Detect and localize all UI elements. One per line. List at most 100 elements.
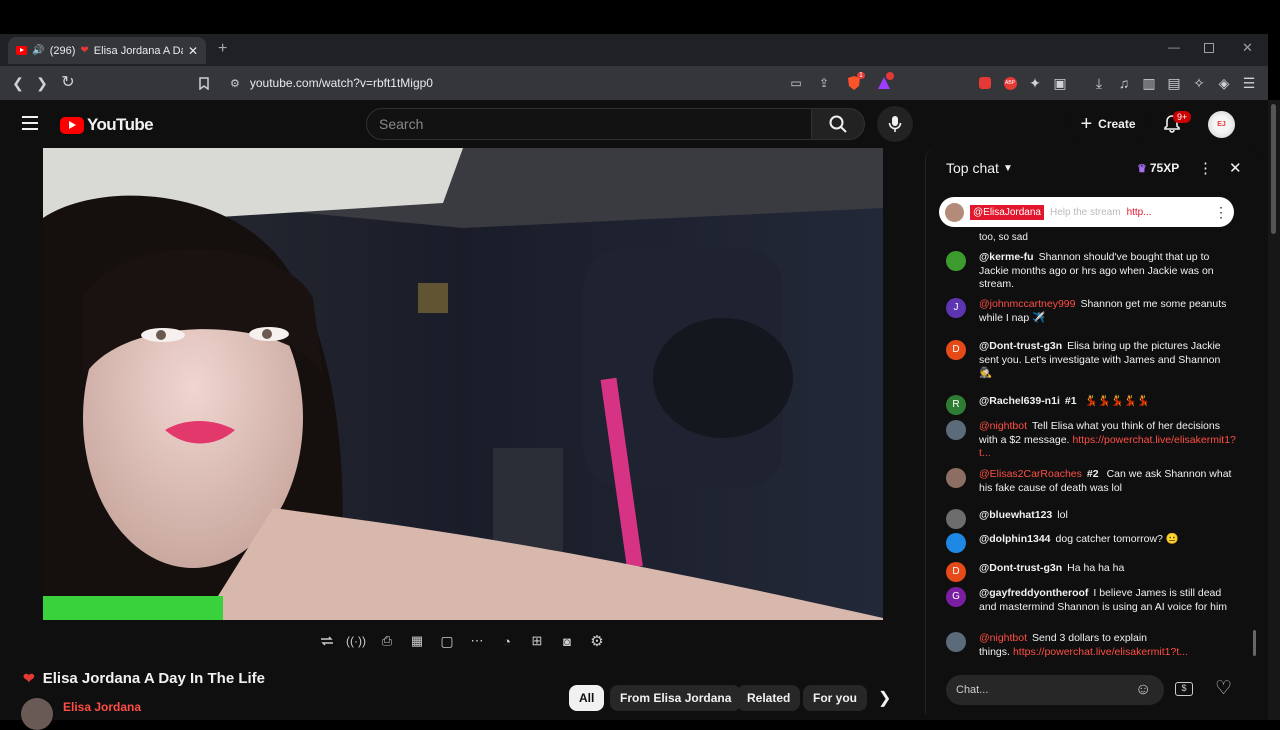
- chat-username[interactable]: @Dont-trust-g3n: [979, 562, 1062, 574]
- channel-name[interactable]: Elisa Jordana: [63, 700, 141, 714]
- speaker-icon[interactable]: 🔊: [32, 45, 44, 56]
- chat-message[interactable]: @nightbot Send 3 dollars to explain thing…: [946, 632, 1236, 659]
- chat-message[interactable]: @nightbot Tell Elisa what you think of he…: [946, 420, 1236, 461]
- close-tab-icon[interactable]: ✕: [188, 44, 198, 58]
- wallet-icon[interactable]: ▤: [1166, 75, 1182, 91]
- extensions-puzzle-icon[interactable]: ✦: [1027, 75, 1043, 91]
- crown-icon: ♛: [1137, 162, 1147, 175]
- adblock-icon[interactable]: ABP: [1002, 75, 1018, 91]
- chat-username[interactable]: @Rachel639-n1i: [979, 395, 1060, 407]
- chat-message[interactable]: @Elisas2CarRoaches #2 Can we ask Shannon w…: [946, 468, 1236, 495]
- download-icon[interactable]: ⤓: [1091, 75, 1107, 91]
- speed-icon[interactable]: ◔: [497, 632, 517, 650]
- maximize-icon[interactable]: [1204, 43, 1214, 53]
- search-button[interactable]: [811, 108, 865, 140]
- url-text: youtube.com/watch?v=rbft1tMigp0: [249, 76, 433, 90]
- heart-icon: ❤: [23, 670, 35, 686]
- frame-by-frame-icon[interactable]: ⋯: [467, 632, 487, 650]
- cinema-icon[interactable]: ▦: [407, 632, 427, 650]
- pinned-more-icon[interactable]: ⋮: [1214, 204, 1228, 221]
- new-tab-icon[interactable]: +: [218, 40, 227, 58]
- account-avatar[interactable]: EJ: [1208, 111, 1235, 138]
- guide-menu-icon[interactable]: [22, 116, 38, 130]
- chat-avatar[interactable]: [946, 420, 966, 440]
- chat-username[interactable]: @gayfreddyontheroof: [979, 587, 1088, 599]
- media-icon[interactable]: ♫: [1116, 75, 1132, 91]
- chat-username[interactable]: @Dont-trust-g3n: [979, 340, 1062, 352]
- minimize-icon[interactable]: —: [1168, 40, 1180, 54]
- browser-menu-icon[interactable]: ☰: [1241, 75, 1257, 91]
- xp-badge[interactable]: ♛ 75XP: [1137, 161, 1179, 175]
- chat-message[interactable]: @kerme-fu Shannon should've bought that u…: [946, 251, 1236, 292]
- chat-avatar[interactable]: [946, 251, 966, 271]
- super-chat-icon[interactable]: $: [1175, 682, 1193, 696]
- leo-ai-icon[interactable]: ✧: [1191, 75, 1207, 91]
- chat-username[interactable]: @nightbot: [979, 420, 1027, 432]
- extension-red-icon[interactable]: [977, 75, 993, 91]
- chat-avatar[interactable]: [946, 632, 966, 652]
- loop-icon[interactable]: [317, 632, 337, 650]
- chat-message[interactable]: G @gayfreddyontheroof I believe James is s…: [946, 587, 1236, 614]
- chat-username[interactable]: @johnmccartney999: [979, 298, 1075, 310]
- chat-username[interactable]: @kerme-fu: [979, 251, 1034, 263]
- chat-more-icon[interactable]: ⋮: [1198, 159, 1213, 177]
- sidebar-icon[interactable]: ▥: [1141, 75, 1157, 91]
- chip-all[interactable]: All: [569, 685, 605, 711]
- pinned-message[interactable]: @ElisaJordana Help the stream http... ⋮: [939, 197, 1234, 227]
- chevron-right-icon[interactable]: ❯: [878, 688, 891, 708]
- youtube-logo[interactable]: YouTube: [60, 115, 154, 135]
- chat-message[interactable]: D @Dont-trust-g3n Ha ha ha ha: [946, 562, 1236, 582]
- settings-gear-icon[interactable]: ⚙: [587, 632, 607, 650]
- zoom-in-icon[interactable]: ⊞: [527, 632, 547, 650]
- chat-message[interactable]: @bluewhat123 lol: [946, 509, 1236, 529]
- forward-icon[interactable]: ❯: [34, 75, 50, 91]
- chat-message[interactable]: R @Rachel639-n1i #1 💃💃💃💃💃: [946, 395, 1236, 415]
- reader-icon[interactable]: ▣: [1052, 75, 1068, 91]
- share-icon[interactable]: ⇪: [816, 75, 832, 91]
- chat-username[interactable]: @nightbot: [979, 632, 1027, 644]
- audio-wave-icon[interactable]: ((·)): [346, 632, 366, 650]
- cast-icon[interactable]: ▭: [788, 75, 804, 91]
- heart-outline-icon[interactable]: ♡: [1215, 677, 1232, 700]
- chat-username[interactable]: @dolphin1344: [979, 533, 1051, 545]
- chat-scrollbar[interactable]: [1253, 630, 1256, 656]
- back-icon[interactable]: ❮: [10, 75, 26, 91]
- bookmark-icon[interactable]: [196, 75, 212, 91]
- channel-avatar[interactable]: [21, 698, 53, 730]
- chat-message[interactable]: J @johnmccartney999 Shannon get me some pe…: [946, 298, 1236, 325]
- chip-related[interactable]: Related: [737, 685, 801, 711]
- browser-tab[interactable]: 🔊 (296) ❤ Elisa Jordana A Day ✕: [8, 37, 206, 64]
- pinned-link[interactable]: http...: [1127, 207, 1152, 218]
- chat-username[interactable]: @Elisas2CarRoaches: [979, 468, 1082, 480]
- emoji-icon[interactable]: ☺: [1135, 681, 1151, 699]
- chip-from-channel[interactable]: From Elisa Jordana: [610, 685, 742, 711]
- chat-input[interactable]: Chat...: [946, 675, 1164, 705]
- chat-link[interactable]: https://powerchat.live/elisakermit1?t...: [1013, 646, 1188, 658]
- search-input[interactable]: Search: [366, 108, 812, 140]
- chat-avatar[interactable]: [946, 509, 966, 529]
- chat-message[interactable]: @dolphin1344 dog catcher tomorrow? 😐: [946, 533, 1236, 553]
- create-button[interactable]: + Create: [1068, 108, 1148, 140]
- chat-avatar[interactable]: [946, 533, 966, 553]
- chat-avatar[interactable]: J: [946, 298, 966, 318]
- site-settings-icon[interactable]: ⚙: [230, 77, 240, 90]
- video-player[interactable]: [43, 148, 883, 620]
- camera-icon[interactable]: ◙: [557, 632, 577, 650]
- chat-mode-selector[interactable]: Top chat ▼: [946, 160, 1013, 176]
- chat-avatar[interactable]: [946, 468, 966, 488]
- vpn-icon[interactable]: ◈: [1216, 75, 1232, 91]
- close-chat-icon[interactable]: ✕: [1229, 159, 1242, 177]
- page-scrollbar[interactable]: [1268, 100, 1280, 720]
- aspect-ratio-icon[interactable]: ▢: [437, 632, 457, 650]
- chat-avatar[interactable]: D: [946, 562, 966, 582]
- chat-avatar[interactable]: D: [946, 340, 966, 360]
- screenshot-icon[interactable]: ⎙: [377, 632, 397, 650]
- chat-avatar[interactable]: R: [946, 395, 966, 415]
- reload-icon[interactable]: ↻: [60, 74, 76, 91]
- chat-message[interactable]: D @Dont-trust-g3n Elisa bring up the pictu…: [946, 340, 1236, 381]
- voice-search-button[interactable]: [877, 106, 913, 142]
- close-window-icon[interactable]: ✕: [1242, 40, 1253, 56]
- chat-avatar[interactable]: G: [946, 587, 966, 607]
- chip-for-you[interactable]: For you: [803, 685, 867, 711]
- chat-username[interactable]: @bluewhat123: [979, 509, 1052, 521]
